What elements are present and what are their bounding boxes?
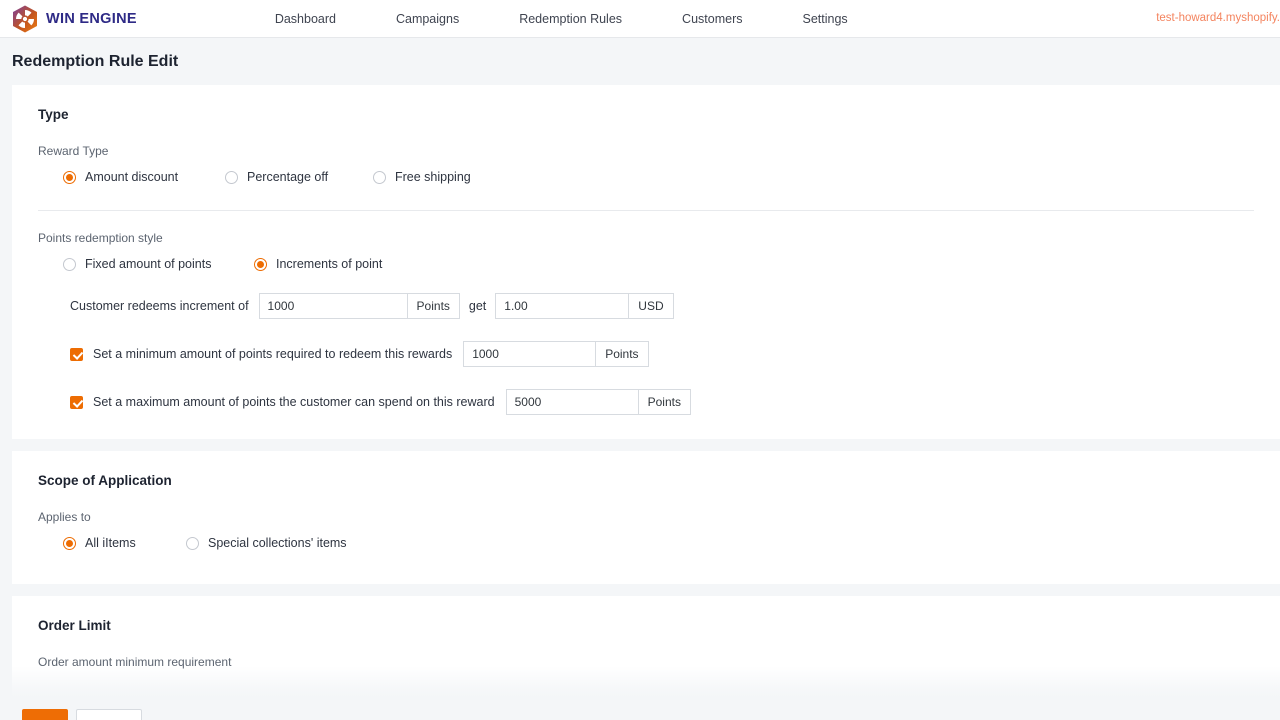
minimum-points-input[interactable]: [463, 341, 596, 367]
radio-label: All iItems: [85, 536, 136, 550]
hexagon-pinwheel-logo-icon: [12, 5, 38, 33]
brand-logo[interactable]: WIN ENGINE: [0, 5, 137, 33]
radio-option-fixed-amount-of-points[interactable]: Fixed amount of points: [63, 257, 254, 271]
save-button[interactable]: [22, 709, 68, 720]
maximum-points-unit-addon: Points: [637, 389, 691, 415]
increment-amount-input[interactable]: [495, 293, 629, 319]
scope-of-application-card: Scope of Application Applies to All iIte…: [12, 451, 1280, 584]
applies-to-label: Applies to: [38, 510, 91, 524]
footer-action-bar: [0, 700, 1280, 720]
maximum-points-checkbox[interactable]: [70, 395, 83, 409]
page-scroll-area[interactable]: Type Reward Type Amount discount Percent…: [0, 85, 1280, 720]
applies-to-radio-group: All iItems Special collections' items: [38, 536, 1254, 550]
radio-indicator[interactable]: [225, 170, 238, 184]
maximum-points-input-group: Points: [505, 389, 691, 415]
minimum-points-input-group: Points: [463, 341, 649, 367]
increment-points-unit-addon: Points: [406, 293, 460, 319]
nav-item-campaigns[interactable]: Campaigns: [366, 12, 489, 26]
radio-label: Free shipping: [395, 170, 471, 184]
order-amount-minimum-label: Order amount minimum requirement: [38, 655, 232, 669]
minimum-points-unit-addon: Points: [595, 341, 649, 367]
radio-option-free-shipping[interactable]: Free shipping: [373, 170, 471, 184]
radio-label: Special collections' items: [208, 536, 347, 550]
radio-indicator[interactable]: [186, 536, 199, 550]
radio-option-special-collections-items[interactable]: Special collections' items: [186, 536, 347, 550]
reward-type-label: Reward Type: [38, 144, 109, 158]
top-navigation-bar: WIN ENGINE Dashboard Campaigns Redemptio…: [0, 0, 1280, 38]
increment-prefix-text: Customer redeems increment of: [70, 299, 249, 313]
maximum-points-input[interactable]: [505, 389, 638, 415]
increment-amount-unit-addon: USD: [628, 293, 674, 319]
increment-amount-input-group: USD: [495, 293, 674, 319]
nav-item-settings[interactable]: Settings: [772, 12, 877, 26]
type-card: Type Reward Type Amount discount Percent…: [12, 85, 1280, 439]
nav-item-customers[interactable]: Customers: [652, 12, 772, 26]
nav-links: Dashboard Campaigns Redemption Rules Cus…: [275, 12, 878, 26]
increment-points-input-group: Points: [258, 293, 460, 319]
radio-indicator[interactable]: [254, 257, 267, 271]
nav-item-redemption-rules[interactable]: Redemption Rules: [489, 12, 652, 26]
radio-label: Amount discount: [85, 170, 179, 184]
radio-option-increments-of-point[interactable]: Increments of point: [254, 257, 382, 271]
nav-item-dashboard[interactable]: Dashboard: [275, 12, 366, 26]
redemption-style-radio-group: Fixed amount of points Increments of poi…: [38, 257, 1254, 271]
minimum-points-row: Set a minimum amount of points required …: [70, 341, 1254, 367]
radio-indicator[interactable]: [373, 170, 386, 184]
reward-type-radio-group: Amount discount Percentage off Free ship…: [38, 170, 1254, 184]
brand-name: WIN ENGINE: [46, 10, 137, 27]
maximum-points-row: Set a maximum amount of points the custo…: [70, 389, 1254, 415]
radio-label: Percentage off: [247, 170, 329, 184]
radio-indicator[interactable]: [63, 170, 76, 184]
page-header: Redemption Rule Edit: [0, 38, 1280, 85]
increment-middle-text: get: [468, 299, 487, 313]
maximum-points-label: Set a maximum amount of points the custo…: [93, 395, 495, 409]
shop-domain-link[interactable]: test-howard4.myshopify.: [1156, 12, 1280, 24]
order-limit-card-title: Order Limit: [38, 618, 111, 633]
points-redemption-style-label: Points redemption style: [38, 231, 163, 245]
scope-card-title: Scope of Application: [38, 473, 172, 488]
section-divider: [38, 210, 1254, 211]
type-card-title: Type: [38, 107, 69, 122]
radio-option-all-items[interactable]: All iItems: [63, 536, 186, 550]
page-title: Redemption Rule Edit: [12, 52, 179, 70]
minimum-points-checkbox[interactable]: [70, 347, 83, 361]
minimum-points-label: Set a minimum amount of points required …: [93, 347, 453, 361]
increment-row: Customer redeems increment of Points get…: [70, 293, 1254, 319]
radio-indicator[interactable]: [63, 257, 76, 271]
radio-label: Fixed amount of points: [85, 257, 212, 271]
radio-label: Increments of point: [276, 257, 383, 271]
radio-option-percentage-off[interactable]: Percentage off: [225, 170, 373, 184]
radio-option-amount-discount[interactable]: Amount discount: [63, 170, 225, 184]
radio-indicator[interactable]: [63, 536, 76, 550]
cancel-button[interactable]: [76, 709, 142, 720]
increment-points-input[interactable]: [258, 293, 407, 319]
